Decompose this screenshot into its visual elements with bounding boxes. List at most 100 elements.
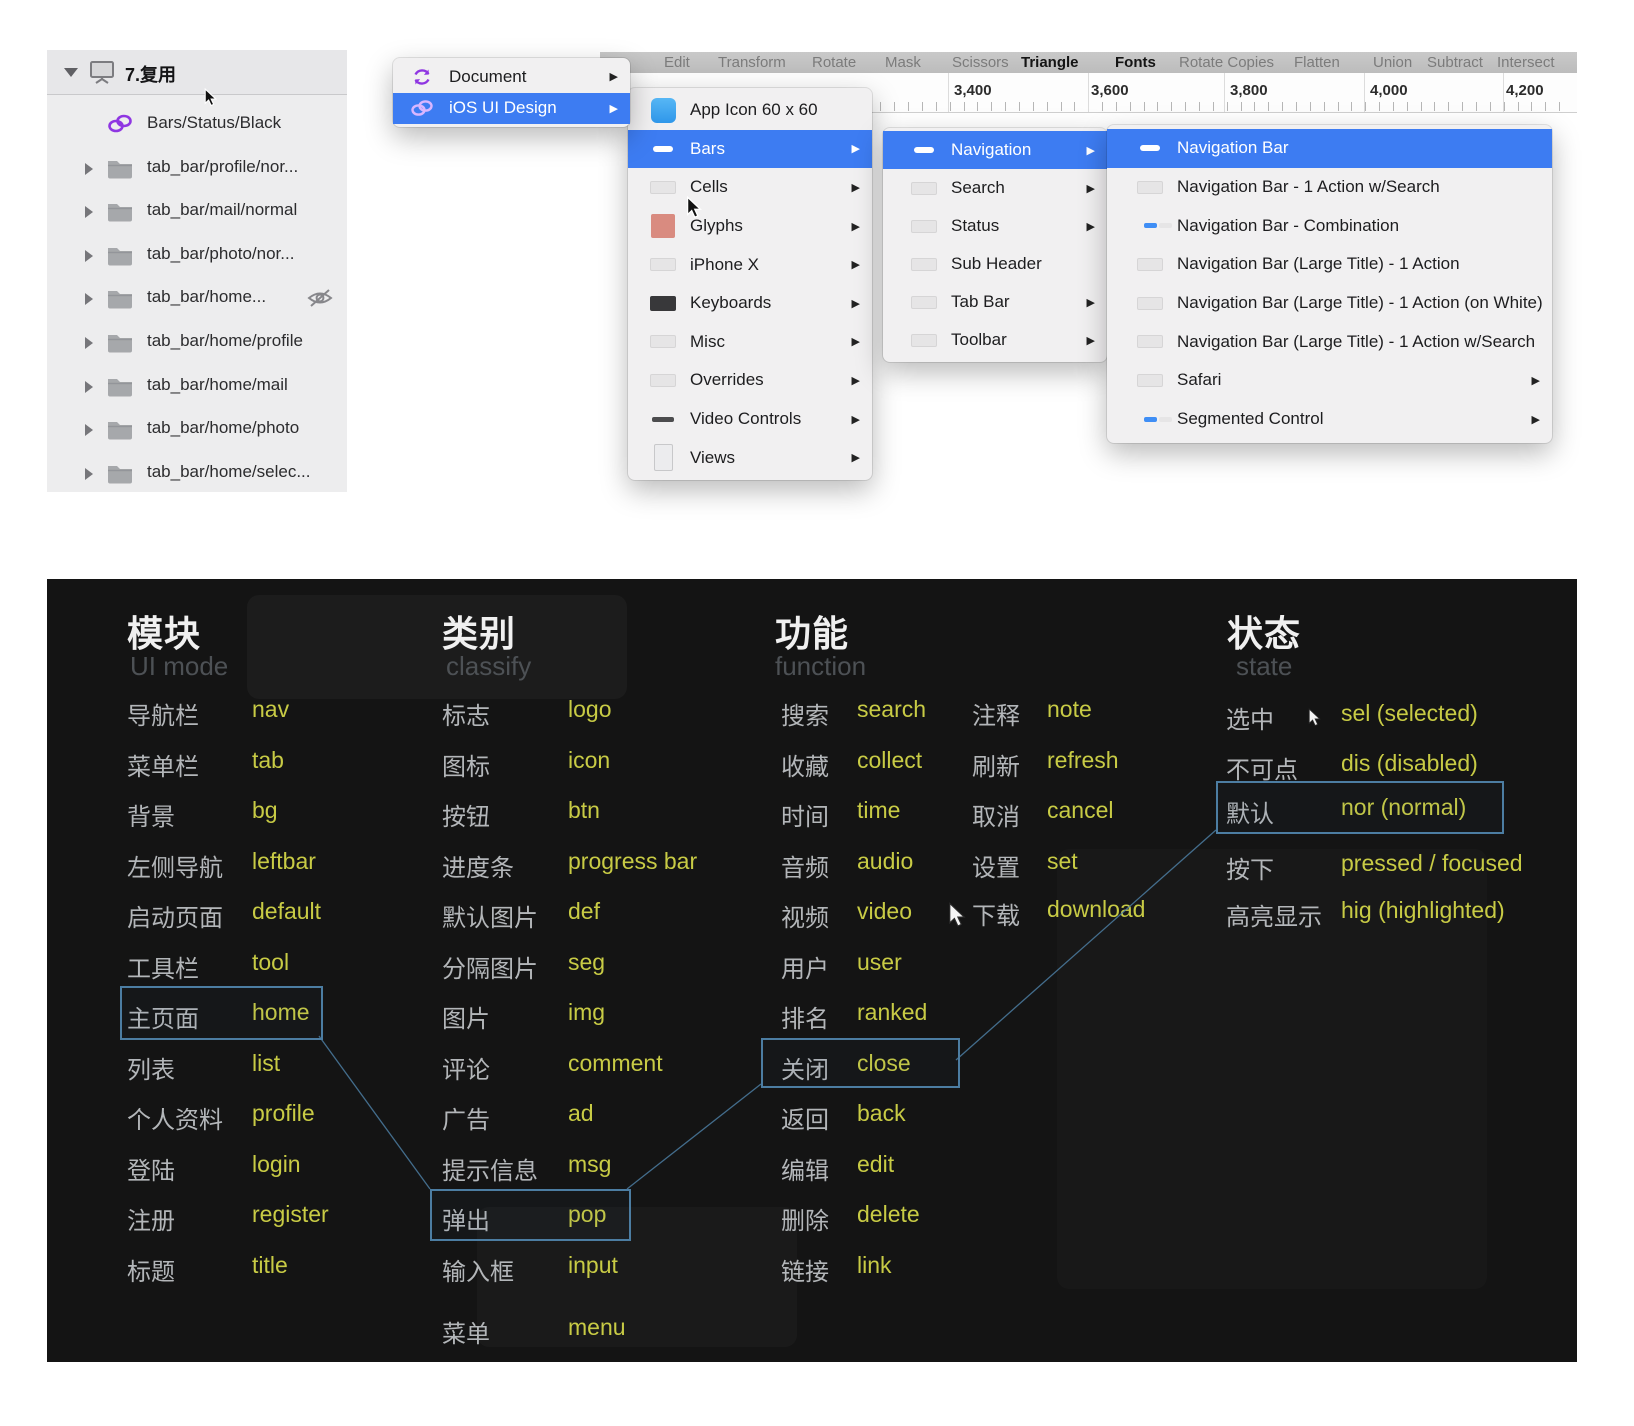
sketch-icon — [1135, 290, 1165, 316]
menu-item-segmented-control[interactable]: Segmented Control▶ — [1107, 400, 1552, 439]
menu-item-navigation-bar-large-title-1-action-on-white[interactable]: Navigation Bar (Large Title) - 1 Action … — [1107, 284, 1552, 323]
layer-row-tab-bar-home-selec[interactable]: tab_bar/home/selec... — [47, 452, 347, 496]
ruler-tick — [1518, 102, 1519, 111]
submenu-arrow-icon: ▶ — [852, 413, 860, 426]
artboard-header-row[interactable]: 7.复用 — [47, 50, 347, 95]
submenu-arrow-icon: ▶ — [852, 297, 860, 310]
toolbar-item-triangle[interactable]: Triangle — [1021, 54, 1079, 71]
toolbar-item-union[interactable]: Union — [1373, 54, 1412, 71]
ruler-tick — [1199, 102, 1200, 111]
folder-icon — [105, 373, 135, 404]
menu-item-navigation-bar-large-title-1-action-w-search[interactable]: Navigation Bar (Large Title) - 1 Action … — [1107, 322, 1552, 361]
menu-item-label: iOS UI Design — [449, 98, 557, 118]
menu-item-label: Search — [951, 178, 1005, 198]
ruler-tick — [1490, 102, 1491, 111]
ruler-tick — [1130, 102, 1131, 111]
layer-label: tab_bar/home/selec... — [147, 462, 310, 482]
ruler-tick — [936, 102, 937, 111]
menu-item-navigation-bar-large-title-1-action[interactable]: Navigation Bar (Large Title) - 1 Action — [1107, 245, 1552, 284]
menu-item-overrides[interactable]: Overrides▶ — [628, 361, 872, 400]
menu-item-bars[interactable]: Bars▶ — [628, 130, 872, 169]
menu-item-tab-bar[interactable]: Tab Bar▶ — [883, 283, 1107, 321]
disclosure-right-icon[interactable] — [85, 293, 93, 305]
menu-item-navigation[interactable]: Navigation▶ — [883, 131, 1107, 169]
submenu-arrow-icon: ▶ — [1087, 334, 1095, 347]
layer-row-tab-bar-home-mail[interactable]: tab_bar/home/mail — [47, 365, 347, 409]
disclosure-right-icon[interactable] — [85, 337, 93, 349]
toolbar-item-intersect[interactable]: Intersect — [1497, 54, 1555, 71]
toolbar-item-mask[interactable]: Mask — [885, 54, 921, 71]
menu-item-iphone-x[interactable]: iPhone X▶ — [628, 245, 872, 284]
sketch-icon — [648, 367, 678, 393]
disclosure-right-icon[interactable] — [85, 250, 93, 262]
ruler-tick — [1379, 102, 1380, 111]
menu-item-views[interactable]: Views▶ — [628, 438, 872, 477]
menu-item-app-icon-60-x-60[interactable]: App Icon 60 x 60 — [628, 91, 872, 130]
glyphs-icon — [648, 213, 678, 239]
toolbar-item-subtract[interactable]: Subtract — [1427, 54, 1483, 71]
menu-item-misc[interactable]: Misc▶ — [628, 323, 872, 362]
sketch-icon — [1135, 174, 1165, 200]
menu-item-glyphs[interactable]: Glyphs▶ — [628, 207, 872, 246]
menu-item-safari[interactable]: Safari▶ — [1107, 361, 1552, 400]
layer-label: tab_bar/home/photo — [147, 418, 299, 438]
ruler-tick — [1393, 102, 1394, 111]
layer-label: tab_bar/mail/normal — [147, 200, 297, 220]
toolbar-item-scissors[interactable]: Scissors — [952, 54, 1009, 71]
menu-item-label: Navigation Bar (Large Title) - 1 Action … — [1177, 293, 1543, 313]
ruler-tick — [1047, 102, 1048, 111]
connector-line-home-pop — [319, 1036, 430, 1189]
toolbar-item-edit[interactable]: Edit — [664, 54, 690, 71]
submenu-arrow-icon: ▶ — [1087, 144, 1095, 157]
ruler-tick — [1531, 102, 1532, 111]
toolbar-item-transform[interactable]: Transform — [718, 54, 786, 71]
menu-item-navigation-bar-1-action-w-search[interactable]: Navigation Bar - 1 Action w/Search — [1107, 168, 1552, 207]
menu-item-sub-header[interactable]: Sub Header — [883, 245, 1107, 283]
ruler-tick — [1351, 102, 1352, 111]
layer-row-tab-bar-home-photo[interactable]: tab_bar/home/photo — [47, 408, 347, 452]
submenu-arrow-icon: ▶ — [852, 220, 860, 233]
layer-row-tab-bar-home-profile[interactable]: tab_bar/home/profile — [47, 321, 347, 365]
layer-row-tab-bar-photo-nor[interactable]: tab_bar/photo/nor... — [47, 234, 347, 278]
sketch-icon — [648, 174, 678, 200]
ruler-tick — [1102, 102, 1103, 111]
toolbar-item-rotate[interactable]: Rotate — [812, 54, 856, 71]
menu-item-keyboards[interactable]: Keyboards▶ — [628, 284, 872, 323]
sketch-icon — [909, 213, 939, 239]
sketch-icon — [648, 329, 678, 355]
layer-row-tab-bar-home[interactable]: tab_bar/home... — [47, 277, 347, 321]
menu-item-navigation-bar-combination[interactable]: Navigation Bar - Combination — [1107, 206, 1552, 245]
disclosure-right-icon[interactable] — [85, 206, 93, 218]
toolbar-item-rotate-copies[interactable]: Rotate Copies — [1179, 54, 1274, 71]
layer-row-tab-bar-mail-normal[interactable]: tab_bar/mail/normal — [47, 190, 347, 234]
menu-item-toolbar[interactable]: Toolbar▶ — [883, 321, 1107, 359]
ruler-tick — [1559, 102, 1560, 111]
toolbar-item-flatten[interactable]: Flatten — [1294, 54, 1340, 71]
ruler-tick — [1476, 102, 1477, 111]
menu-item-video-controls[interactable]: Video Controls ▶ — [628, 400, 872, 439]
artboard-icon — [87, 59, 117, 90]
menu-item-search[interactable]: Search ▶ — [883, 169, 1107, 207]
disclosure-right-icon[interactable] — [85, 424, 93, 436]
menu-item-status[interactable]: Status▶ — [883, 207, 1107, 245]
disclosure-right-icon[interactable] — [85, 381, 93, 393]
menu-item-cells[interactable]: Cells▶ — [628, 168, 872, 207]
menu-item-document[interactable]: Document▶ — [393, 61, 630, 93]
sketch-icon — [909, 289, 939, 315]
menu-item-ios-ui-design[interactable]: iOS UI Design▶ — [393, 93, 630, 125]
layer-row-bars-status-black[interactable]: Bars/Status/Black — [47, 103, 347, 147]
menu-item-label: Navigation Bar - 1 Action w/Search — [1177, 177, 1440, 197]
screenshot-stage: Edit Transform Rotate Mask Scissors Triangle F… — [0, 0, 1634, 1426]
symbol-link-icon — [105, 111, 135, 142]
layer-row-tab-bar-profile-nor[interactable]: tab_bar/profile/nor... — [47, 147, 347, 191]
sketch-icon — [648, 252, 678, 278]
disclosure-down-icon[interactable] — [64, 68, 78, 77]
disclosure-right-icon[interactable] — [85, 163, 93, 175]
mouse-cursor-icon — [204, 88, 217, 107]
disclosure-right-icon[interactable] — [85, 468, 93, 480]
toolbar-item-fonts[interactable]: Fonts — [1115, 54, 1156, 71]
menu-item-label: Video Controls — [690, 409, 801, 429]
menu-item-navigation-bar[interactable]: Navigation Bar — [1107, 129, 1552, 168]
submenu-arrow-icon: ▶ — [1087, 182, 1095, 195]
hidden-eye-icon[interactable] — [305, 286, 335, 315]
